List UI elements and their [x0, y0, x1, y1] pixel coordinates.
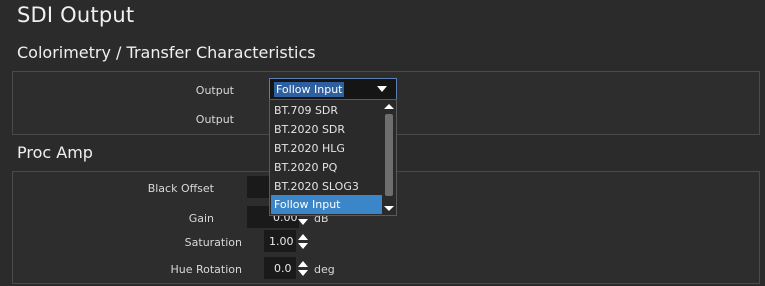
output-dropdown-list[interactable]: BT.709 SDR BT.2020 SDR BT.2020 HLG BT.20…: [269, 99, 397, 216]
down-arrow-icon: [298, 243, 308, 249]
section-title-proc-amp: Proc Amp: [17, 143, 93, 162]
saturation-label: Saturation: [184, 236, 242, 249]
gain-label: Gain: [188, 212, 214, 225]
section-title-colorimetry: Colorimetry / Transfer Characteristics: [17, 43, 316, 62]
hue-rotation-label: Hue Rotation: [170, 263, 242, 276]
scroll-thumb[interactable]: [385, 114, 393, 196]
hue-rotation-spinner[interactable]: [298, 261, 308, 277]
dropdown-option-selected[interactable]: Follow Input: [271, 195, 382, 214]
dropdown-option[interactable]: BT.2020 HLG: [271, 139, 382, 158]
page-title: SDI Output: [17, 3, 135, 27]
hue-rotation-value: 0.0: [274, 261, 292, 275]
hue-rotation-field[interactable]: 0.0: [264, 257, 296, 279]
black-offset-field[interactable]: [247, 176, 269, 198]
down-arrow-icon: [298, 270, 308, 276]
dropdown-option[interactable]: BT.2020 SDR: [271, 120, 382, 139]
output-label: Output: [195, 84, 234, 97]
output-label-2: Output: [195, 113, 234, 126]
saturation-field[interactable]: 1.00: [264, 230, 296, 252]
scroll-down-icon[interactable]: [384, 206, 394, 211]
dropdown-scrollbar[interactable]: [383, 101, 395, 214]
saturation-value: 1.00: [269, 234, 294, 248]
scroll-up-icon[interactable]: [384, 104, 394, 109]
dropdown-option[interactable]: BT.2020 SLOG3: [271, 177, 382, 196]
dropdown-option[interactable]: BT.2020 PQ: [271, 158, 382, 177]
output-select-value: Follow Input: [274, 82, 345, 97]
saturation-spinner[interactable]: [298, 234, 308, 250]
output-select[interactable]: Follow Input: [269, 78, 397, 100]
black-offset-label: Black Offset: [147, 182, 214, 195]
hue-rotation-unit: deg: [314, 263, 335, 276]
dropdown-option[interactable]: BT.709 SDR: [271, 101, 382, 120]
up-arrow-icon: [298, 234, 308, 240]
up-arrow-icon: [298, 261, 308, 267]
down-arrow-icon: [298, 219, 308, 225]
chevron-down-icon: [377, 86, 387, 92]
